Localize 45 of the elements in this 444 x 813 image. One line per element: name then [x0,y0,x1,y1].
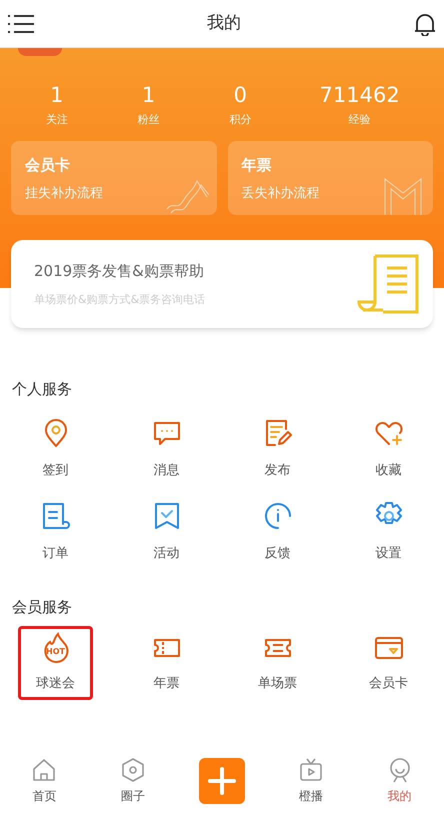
member-service-item[interactable]: 单场票 [240,626,315,700]
service-label: 设置 [376,545,402,563]
service-label: 反馈 [264,545,290,563]
service-item[interactable]: 发布 [222,416,333,480]
service-label: 球迷会 [36,675,75,694]
member-service-item[interactable]: 会员卡 [351,626,426,700]
service-item[interactable]: 反馈 [222,500,333,564]
service-item[interactable]: 活动 [111,500,222,564]
tab-bar-item[interactable]: 我的 [355,757,444,805]
service-label: 消息 [154,462,180,480]
service-label: 活动 [154,545,180,563]
tab-bar-item[interactable]: 圈子 [88,757,178,805]
section-title: 会员服务 [12,596,73,618]
member-service-item[interactable]: 年票 [129,626,204,700]
service-label: 发布 [264,462,290,480]
card-subtitle: 挂失补办流程 [25,185,104,203]
service-item[interactable]: 设置 [333,500,444,564]
help-title: 2019票务发售&购票帮助 [34,260,205,282]
stat-value: 1 [50,82,64,108]
tab-bar-item[interactable]: 首页 [0,757,89,805]
stat-value: 1 [142,82,156,108]
service-label: 订单 [42,545,68,563]
service-item[interactable]: 收藏 [333,416,444,480]
stat-label: 关注 [46,112,68,128]
stat-value: 0 [234,82,248,108]
card-title: 年票 [242,154,272,176]
service-label: 签到 [42,462,68,480]
card-subtitle: 丢失补办流程 [242,185,320,203]
service-item[interactable]: 消息 [111,416,222,480]
service-item[interactable]: 签到 [0,416,111,480]
page-title: 我的 [207,12,241,35]
service-label: 收藏 [376,462,402,480]
service-label: 单场票 [258,675,297,694]
tab-bar-item[interactable]: 橙播 [266,757,356,805]
stat-value: 711462 [320,82,400,108]
stat-label: 积分 [229,112,252,128]
card-title: 会员卡 [25,154,71,176]
service-label: 会员卡 [369,675,408,694]
member-service-item[interactable]: HOT 球迷会 [18,626,93,700]
section-title: 个人服务 [12,379,73,400]
service-label: 年票 [154,675,180,694]
stat-label: 经验 [348,112,371,128]
hot-label: HOT [46,646,65,658]
stat-label: 粉丝 [138,112,160,128]
service-item[interactable]: 订单 [0,500,111,564]
